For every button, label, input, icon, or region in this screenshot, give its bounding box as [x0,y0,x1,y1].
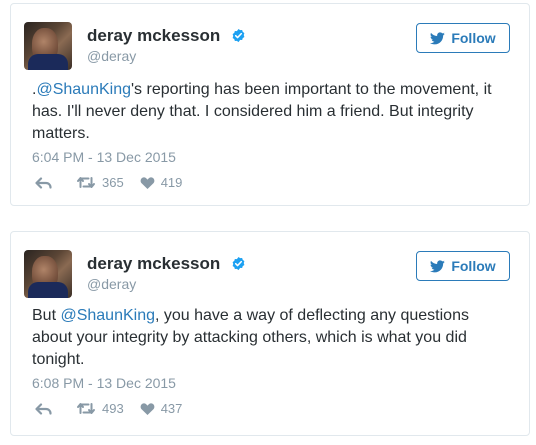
like-button[interactable]: 437 [140,401,183,416]
follow-label: Follow [451,30,496,46]
reply-icon [35,402,52,415]
text-prefix: But [32,307,61,324]
mention-link[interactable]: @ShaunKing [36,81,131,98]
tweet-actions: 493 437 [35,401,182,416]
reply-button[interactable] [35,402,52,415]
bird-icon [430,259,446,272]
like-count: 437 [160,401,183,416]
like-button[interactable]: 419 [140,175,183,190]
tweet-text: .@ShaunKing's reporting has been importa… [32,79,512,145]
tweet-text: But @ShaunKing, you have a way of deflec… [32,305,512,371]
avatar-vest [28,54,68,70]
tweet-timestamp[interactable]: 6:08 PM - 13 Dec 2015 [32,375,176,391]
tweet-timestamp[interactable]: 6:04 PM - 13 Dec 2015 [32,149,176,165]
tweet-card-2: deray mckesson @deray Follow But @ShaunK… [10,231,530,436]
avatar[interactable] [24,250,72,298]
author-handle[interactable]: @deray [87,48,136,64]
verified-badge-icon [232,256,245,271]
heart-icon [140,403,155,415]
author-handle[interactable]: @deray [87,276,136,292]
retweet-button[interactable]: 493 [76,401,124,416]
retweet-count: 493 [102,401,124,416]
bird-icon [430,31,446,44]
verified-badge-icon [232,28,245,43]
follow-button[interactable]: Follow [416,23,510,53]
mention-link[interactable]: @ShaunKing [60,307,155,324]
avatar-vest [28,282,68,298]
avatar[interactable] [24,22,72,70]
follow-button[interactable]: Follow [416,251,510,281]
tweet-card-1: deray mckesson @deray Follow .@ShaunKing… [10,3,530,206]
author-name[interactable]: deray mckesson [87,26,220,45]
follow-label: Follow [451,258,496,274]
retweet-icon [77,177,95,188]
author-name-row[interactable]: deray mckesson [87,254,246,274]
tweet-actions: 365 419 [35,175,182,190]
author-name[interactable]: deray mckesson [87,254,220,273]
reply-button[interactable] [35,176,52,189]
heart-icon [140,177,155,189]
retweet-count: 365 [102,175,124,190]
like-count: 419 [160,175,183,190]
reply-icon [35,176,52,189]
author-name-row[interactable]: deray mckesson [87,26,246,46]
retweet-button[interactable]: 365 [76,175,124,190]
retweet-icon [77,403,95,414]
